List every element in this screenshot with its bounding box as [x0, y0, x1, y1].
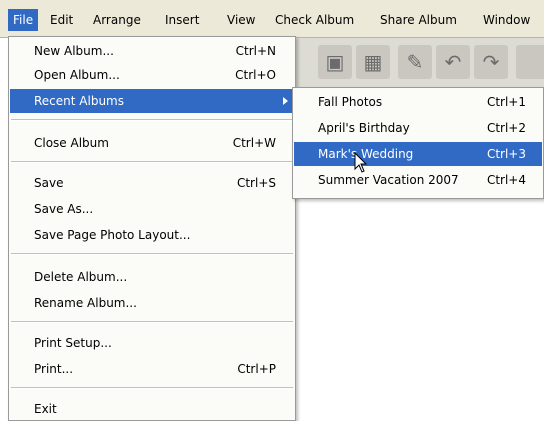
- submenu-arrow-icon: [283, 97, 288, 105]
- separator: [11, 161, 293, 163]
- menu-item-label: Save As...: [34, 202, 94, 216]
- menu-item-rename-album[interactable]: Rename Album...: [10, 291, 294, 315]
- menu-window[interactable]: Window: [478, 9, 535, 31]
- recent-albums-submenu: Fall Photos Ctrl+1 April's Birthday Ctrl…: [292, 87, 544, 199]
- menu-check-album[interactable]: Check Album: [270, 9, 359, 31]
- menu-edit[interactable]: Edit: [45, 9, 78, 31]
- menu-item-label: Recent Albums: [34, 94, 124, 108]
- menu-item-label: Rename Album...: [34, 296, 137, 310]
- separator: [11, 119, 293, 121]
- shortcut: Ctrl+S: [236, 176, 276, 190]
- separator: [11, 321, 293, 323]
- menu-item-label: Delete Album...: [34, 270, 128, 284]
- menu-item-label: Print Setup...: [34, 336, 112, 350]
- menu-insert[interactable]: Insert: [160, 9, 204, 31]
- shortcut: Ctrl+1: [486, 95, 526, 109]
- menu-item-recent-albums[interactable]: Recent Albums: [10, 89, 294, 113]
- recent-item-marks-wedding[interactable]: Mark's Wedding Ctrl+3: [294, 142, 542, 166]
- shortcut: Ctrl+4: [486, 173, 526, 187]
- menu-share-album[interactable]: Share Album: [375, 9, 462, 31]
- menu-item-print[interactable]: Print... Ctrl+P: [10, 357, 294, 381]
- shortcut: Ctrl+3: [486, 147, 526, 161]
- toolbar-extra-icon[interactable]: [516, 45, 544, 79]
- menu-item-delete-album[interactable]: Delete Album...: [10, 265, 294, 289]
- shortcut: Ctrl+W: [232, 136, 276, 150]
- menu-item-label: Save: [34, 176, 64, 190]
- undo-icon[interactable]: ↶: [436, 45, 470, 79]
- recent-item-fall-photos[interactable]: Fall Photos Ctrl+1: [294, 90, 542, 114]
- edit-icon[interactable]: ✎: [398, 45, 432, 79]
- menu-item-label: Open Album...: [34, 68, 120, 82]
- file-menu: New Album... Ctrl+N Open Album... Ctrl+O…: [8, 36, 296, 421]
- menu-item-save-as[interactable]: Save As...: [10, 197, 294, 221]
- menu-item-label: Exit: [34, 402, 57, 416]
- recent-item-label: April's Birthday: [318, 121, 410, 135]
- menu-item-label: New Album...: [34, 44, 114, 58]
- menu-item-label: Print...: [34, 362, 74, 376]
- menu-arrange[interactable]: Arrange: [88, 9, 146, 31]
- shortcut: Ctrl+2: [486, 121, 526, 135]
- shortcut: Ctrl+N: [235, 44, 276, 58]
- recent-item-aprils-birthday[interactable]: April's Birthday Ctrl+2: [294, 116, 542, 140]
- menu-item-close-album[interactable]: Close Album Ctrl+W: [10, 131, 294, 155]
- recent-item-label: Fall Photos: [318, 95, 383, 109]
- photo-icon[interactable]: ▣: [318, 45, 352, 79]
- mouse-cursor-icon: [354, 152, 368, 173]
- menu-item-save[interactable]: Save Ctrl+S: [10, 171, 294, 195]
- redo-icon[interactable]: ↷: [474, 45, 508, 79]
- menu-item-label: Close Album: [34, 136, 109, 150]
- menu-item-print-setup[interactable]: Print Setup...: [10, 331, 294, 355]
- frame-icon[interactable]: ▦: [356, 45, 390, 79]
- menu-item-label: Save Page Photo Layout...: [34, 228, 191, 242]
- separator: [11, 253, 293, 255]
- menu-file[interactable]: File: [8, 9, 39, 31]
- shortcut: Ctrl+O: [235, 68, 276, 82]
- menu-view[interactable]: View: [222, 9, 260, 31]
- menu-item-save-page-layout[interactable]: Save Page Photo Layout...: [10, 223, 294, 247]
- shortcut: Ctrl+P: [237, 362, 276, 376]
- recent-item-summer-vacation-2007[interactable]: Summer Vacation 2007 Ctrl+4: [294, 168, 542, 192]
- separator: [11, 387, 293, 389]
- menu-item-open-album[interactable]: Open Album... Ctrl+O: [10, 63, 294, 87]
- menu-item-exit[interactable]: Exit: [10, 397, 294, 421]
- recent-item-label: Summer Vacation 2007: [318, 173, 459, 187]
- menu-bar: File Edit Arrange Insert View Check Albu…: [0, 0, 544, 38]
- toolbar: ▣ ▦ ✎ ↶ ↷: [280, 38, 544, 89]
- menu-item-new-album[interactable]: New Album... Ctrl+N: [10, 39, 294, 63]
